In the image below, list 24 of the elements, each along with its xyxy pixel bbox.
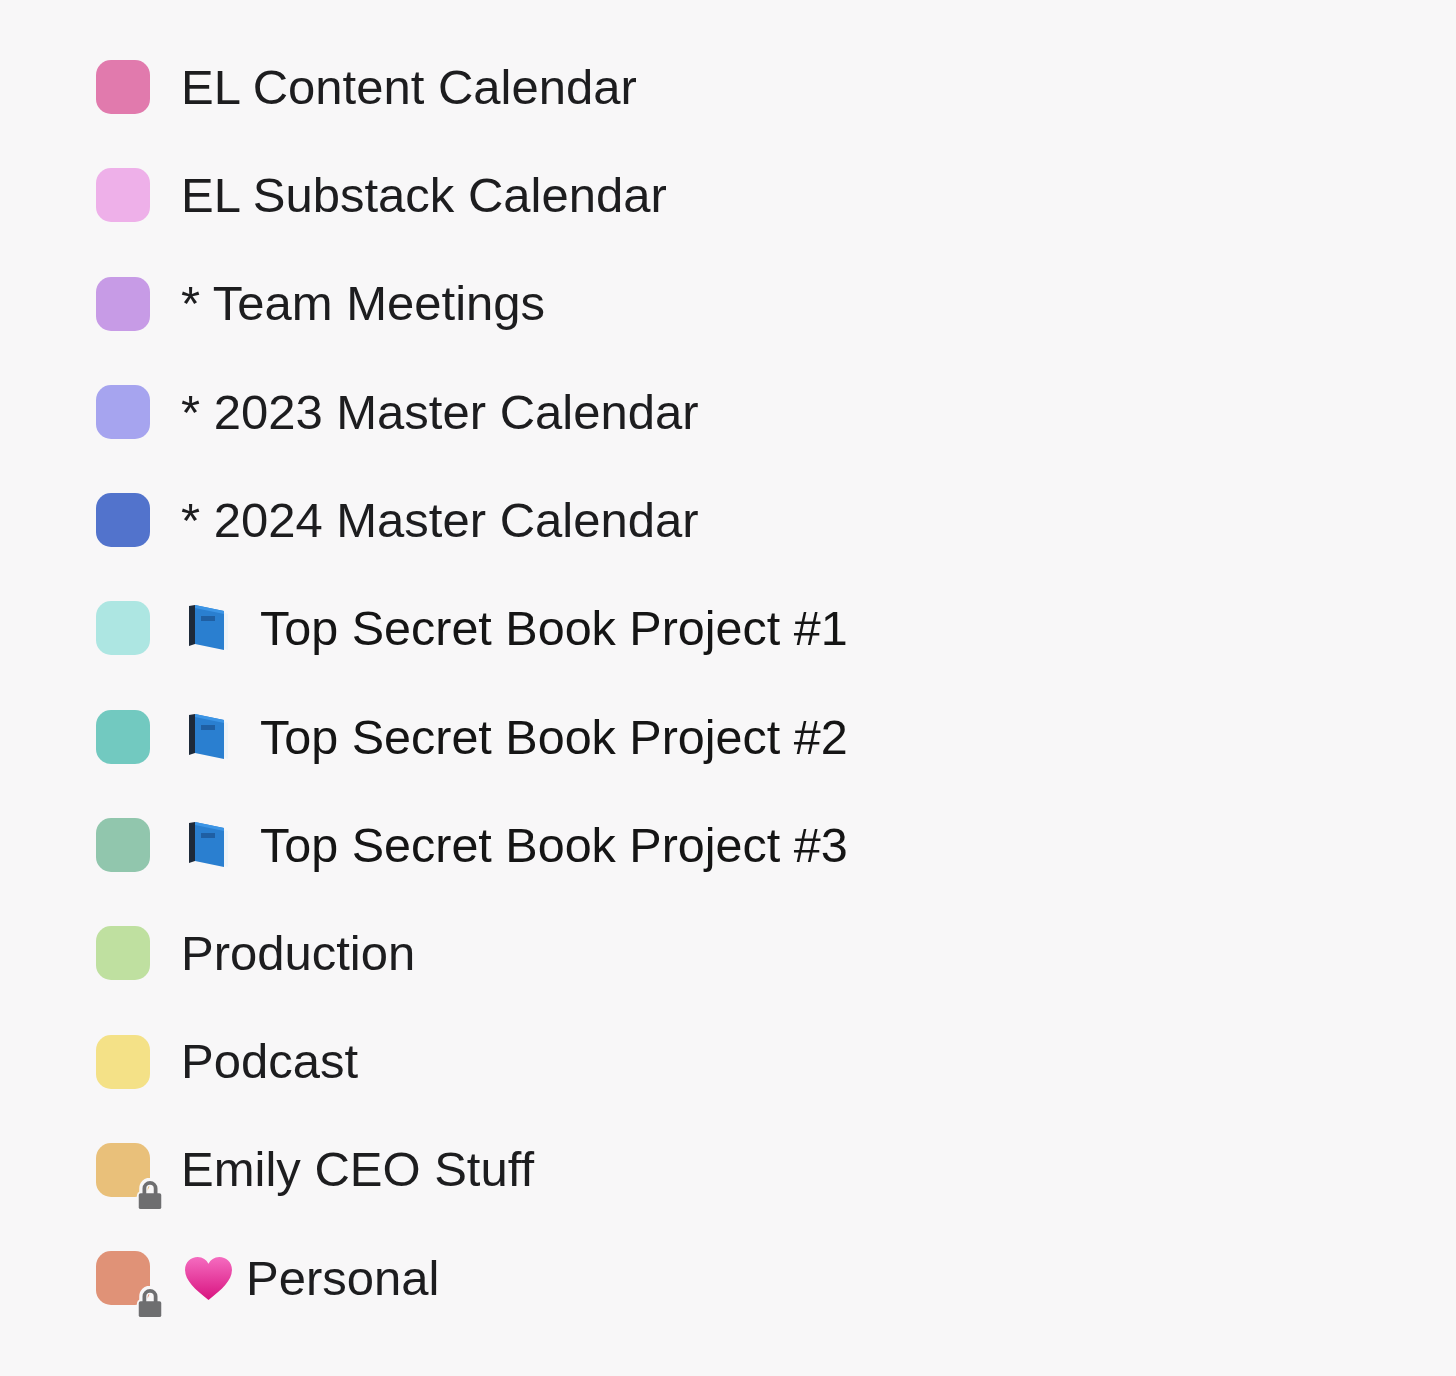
calendar-color-swatch[interactable] xyxy=(96,709,150,764)
calendar-color-swatch[interactable] xyxy=(96,1034,150,1089)
calendar-color-swatch[interactable] xyxy=(96,493,150,548)
calendar-color-swatch[interactable] xyxy=(96,276,150,331)
calendar-name[interactable]: * 2023 Master Calendar xyxy=(181,382,699,442)
calendar-name[interactable]: EL Substack Calendar xyxy=(181,166,667,225)
calendar-name[interactable]: Production xyxy=(181,923,416,983)
calendar-color-swatch[interactable] xyxy=(96,60,150,115)
calendar-color-swatch[interactable] xyxy=(96,1251,150,1306)
calendar-name[interactable]: Top Secret Book Project #2 xyxy=(260,707,848,766)
calendar-color-swatch[interactable] xyxy=(96,1142,150,1197)
calendar-name[interactable]: Top Secret Book Project #3 xyxy=(260,815,848,875)
calendar-name[interactable]: * 2024 Master Calendar xyxy=(181,490,699,550)
calendar-name[interactable]: Personal xyxy=(246,1248,440,1308)
calendar-color-swatch[interactable] xyxy=(96,926,150,981)
calendar-color-swatch[interactable] xyxy=(96,818,150,872)
calendar-color-swatch[interactable] xyxy=(96,384,150,439)
calendar-name[interactable]: Top Secret Book Project #1 xyxy=(260,599,848,658)
calendar-name[interactable]: * Team Meetings xyxy=(181,274,546,334)
calendar-name[interactable]: Emily CEO Stuff xyxy=(181,1140,535,1200)
calendar-color-swatch[interactable] xyxy=(96,601,150,656)
calendar-name[interactable]: Podcast xyxy=(181,1032,359,1091)
calendar-color-swatch[interactable] xyxy=(96,168,150,223)
calendar-name[interactable]: EL Content Calendar xyxy=(181,57,637,117)
